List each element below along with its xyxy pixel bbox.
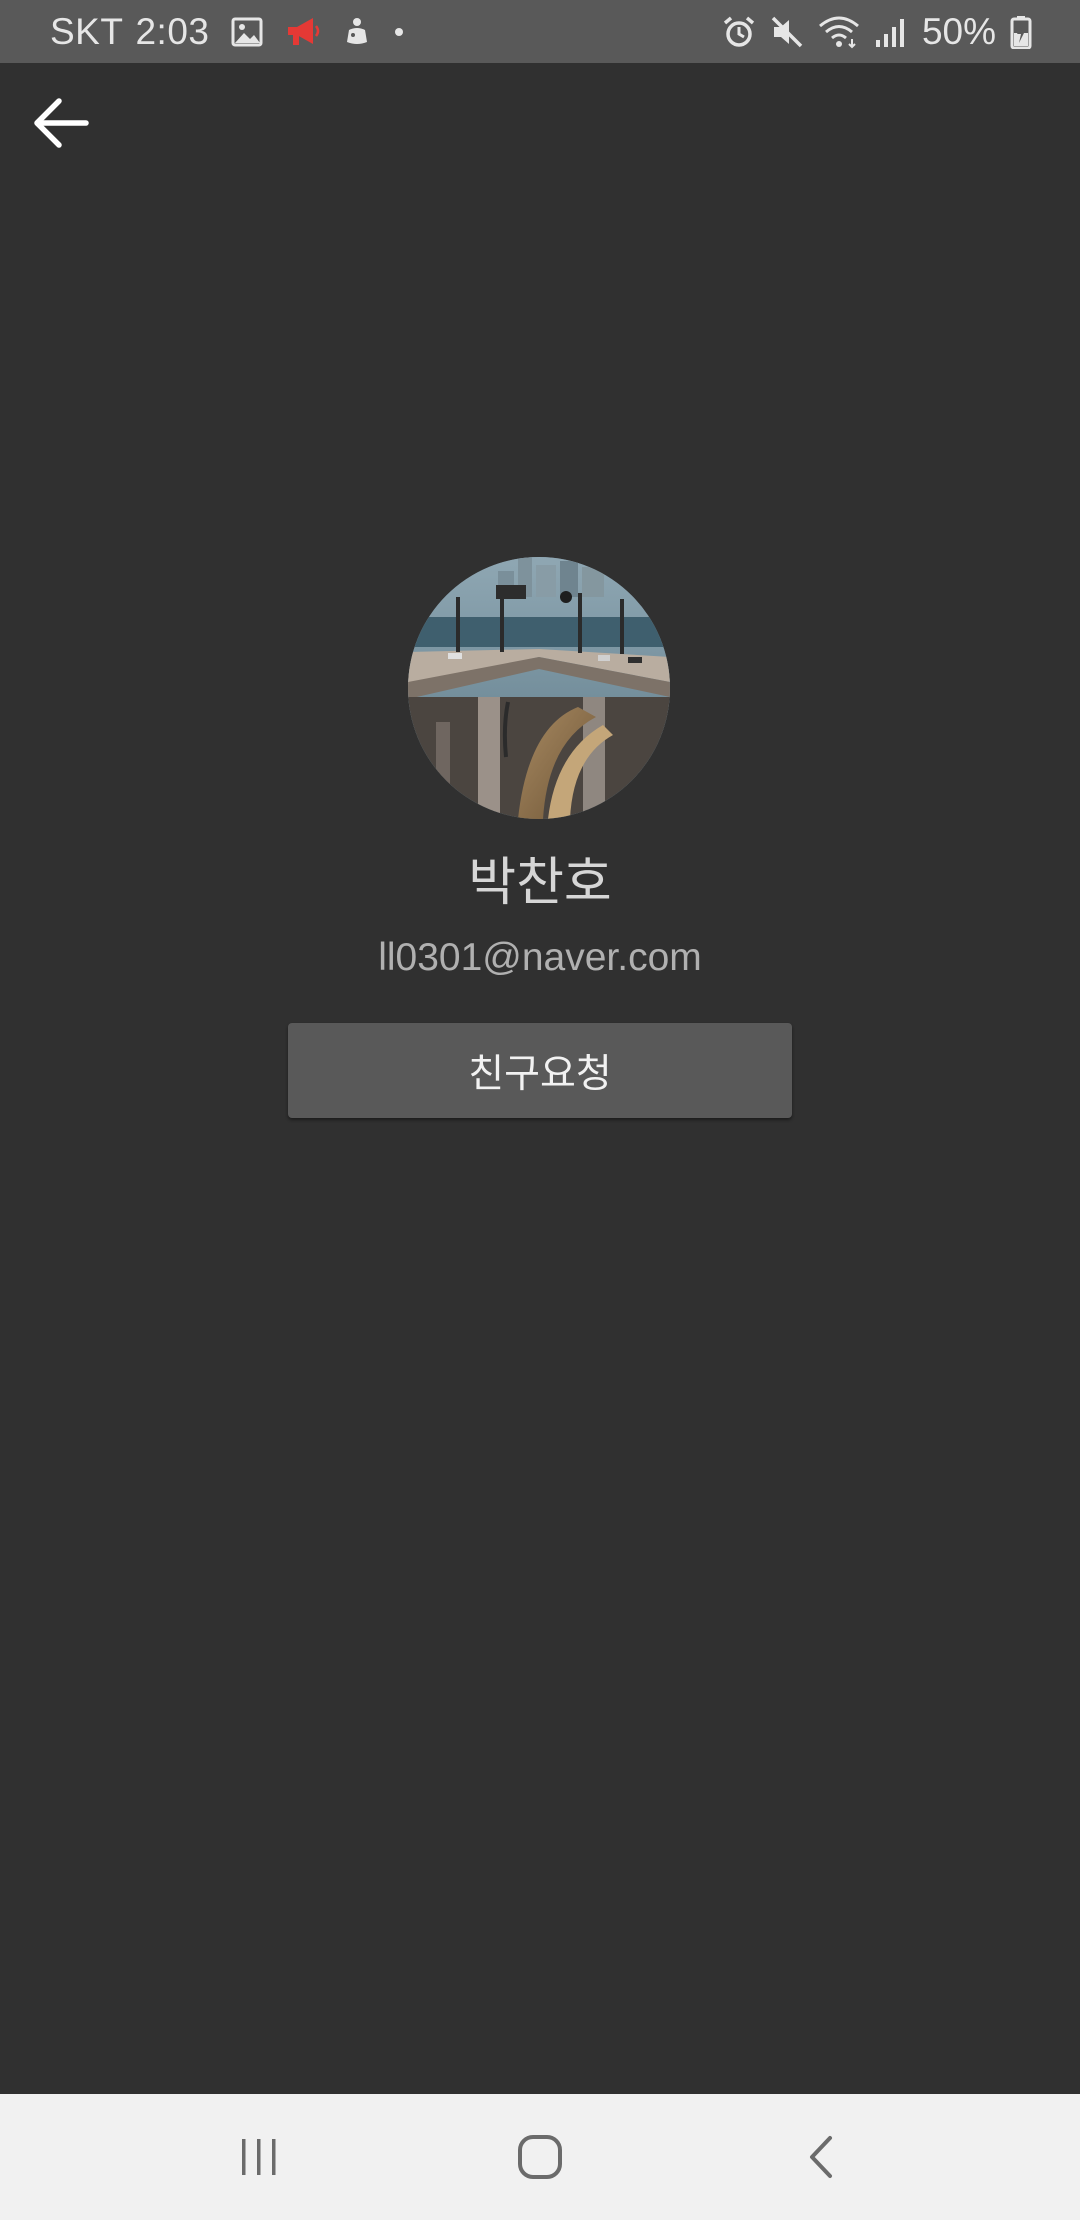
- arrow-back-icon: [34, 98, 89, 148]
- nav-recents-button[interactable]: [179, 2094, 339, 2220]
- profile-avatar: [408, 557, 670, 819]
- friend-request-label: 친구요청: [468, 1051, 612, 1097]
- more-dot-icon: [393, 0, 405, 63]
- battery-percent: 50%: [921, 10, 996, 52]
- recents-icon: [242, 2139, 276, 2175]
- system-nav-bar: [0, 2094, 1080, 2220]
- status-right: 50%: [708, 0, 1032, 63]
- signal-icon: [874, 0, 908, 63]
- battery-charging-icon: [1010, 0, 1032, 63]
- clock: 2:03: [135, 11, 210, 52]
- profile-email: ll0301@naver.com: [378, 936, 702, 979]
- nav-home-button[interactable]: [460, 2094, 620, 2220]
- home-icon: [518, 2135, 562, 2179]
- friend-request-button[interactable]: 친구요청: [288, 1023, 792, 1118]
- wifi-icon: [818, 0, 860, 63]
- alarm-icon: [722, 0, 756, 63]
- gallery-icon: [231, 0, 263, 63]
- megaphone-icon: [285, 0, 321, 63]
- friend-profile-screen: SKT 2:03 50% 박찬호 ll0301@naver.com 친구요청: [0, 0, 1080, 2220]
- status-left: SKT 2:03: [50, 0, 405, 63]
- profile-name: 박찬호: [468, 853, 612, 913]
- profile-photo-image: [408, 557, 670, 819]
- back-button[interactable]: [28, 90, 94, 156]
- mute-icon: [770, 0, 804, 63]
- back-icon: [810, 2136, 832, 2178]
- carrier-label: SKT: [50, 11, 124, 52]
- status-bar: SKT 2:03 50%: [0, 0, 1080, 63]
- app-notification-icon: [343, 0, 371, 63]
- nav-back-button[interactable]: [741, 2094, 901, 2220]
